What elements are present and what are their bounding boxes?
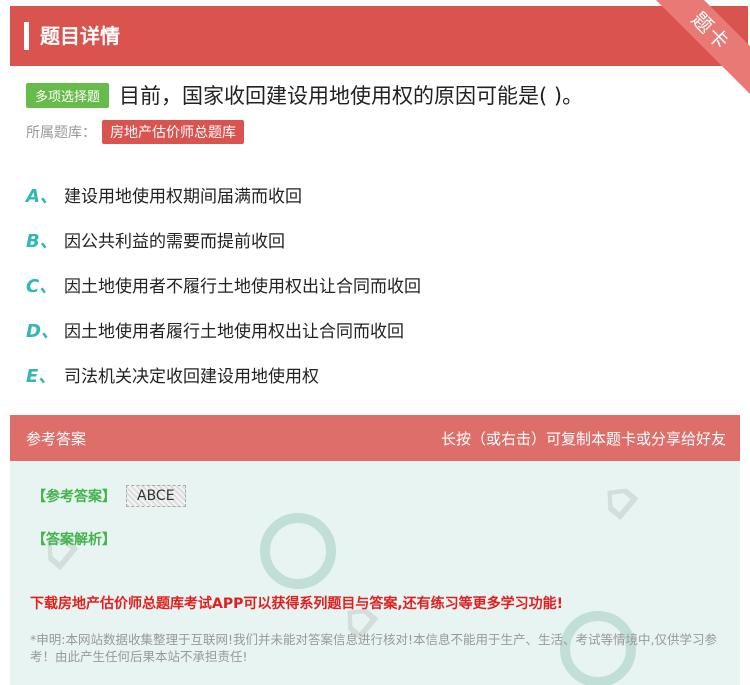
- option-a[interactable]: A、 建设用地使用权期间届满而收回: [26, 172, 421, 217]
- question-type-badge: 多项选择题: [26, 82, 110, 108]
- corner-ribbon: 题卡: [640, 0, 750, 100]
- option-b[interactable]: B、 因公共利益的需要而提前收回: [26, 217, 421, 262]
- reference-answer-value: ABCE: [126, 485, 186, 507]
- bank-row: 所属题库： 房地产估价师总题库: [26, 120, 244, 144]
- option-letter: A、: [26, 185, 58, 207]
- question-row: 多项选择题 目前，国家收回建设用地使用权的原因可能是( )。: [26, 80, 583, 110]
- option-c[interactable]: C、 因土地使用者不履行土地使用权出让合同而收回: [26, 262, 421, 307]
- option-text: 司法机关决定收回建设用地使用权: [64, 367, 319, 387]
- option-letter: C、: [26, 275, 58, 297]
- option-text: 建设用地使用权期间届满而收回: [64, 187, 302, 207]
- answer-header: 参考答案 长按（或右击）可复制本题卡或分享给好友: [10, 415, 740, 461]
- option-text: 因土地使用者不履行土地使用权出让合同而收回: [64, 277, 421, 297]
- reference-answer-row: 【参考答案】 ABCE: [32, 485, 186, 507]
- option-d[interactable]: D、 因土地使用者履行土地使用权出让合同而收回: [26, 307, 421, 352]
- ribbon-label: 题卡: [645, 0, 750, 97]
- bank-tag[interactable]: 房地产估价师总题库: [102, 120, 244, 144]
- disclaimer-text: *申明:本网站数据收集整理于互联网!我们并未能对答案信息进行核对!本信息不能用于…: [30, 632, 717, 664]
- option-text: 因土地使用者履行土地使用权出让合同而收回: [64, 322, 404, 342]
- option-e[interactable]: E、 司法机关决定收回建设用地使用权: [26, 352, 421, 397]
- answer-section-title: 参考答案: [26, 430, 87, 448]
- header-accent-bar: [24, 22, 29, 50]
- page-title: 题目详情: [40, 24, 120, 48]
- answer-body: ⌂ ⌂ ⌂ 【参考答案】 ABCE 【答案解析】 下载房地产估价师总题库考试AP…: [10, 461, 740, 685]
- download-app-link[interactable]: 下载房地产估价师总题库考试APP可以获得系列题目与答案,还有练习等更多学习功能!: [30, 593, 563, 613]
- answer-analysis-label: 【答案解析】: [32, 532, 116, 548]
- watermark-logo-icon: [260, 513, 336, 589]
- bank-label: 所属题库：: [26, 125, 96, 141]
- option-letter: B、: [26, 230, 58, 252]
- question-text: 目前，国家收回建设用地使用权的原因可能是( )。: [119, 84, 584, 108]
- watermark-mark: ⌂: [584, 467, 650, 531]
- share-hint: 长按（或右击）可复制本题卡或分享给好友: [440, 430, 726, 448]
- options-list: A、 建设用地使用权期间届满而收回 B、 因公共利益的需要而提前收回 C、 因土…: [26, 172, 421, 397]
- option-text: 因公共利益的需要而提前收回: [64, 232, 285, 252]
- watermark-mark: ⌂: [24, 517, 90, 581]
- option-letter: E、: [26, 365, 57, 387]
- option-letter: D、: [26, 320, 59, 342]
- reference-answer-label: 【参考答案】: [32, 489, 116, 505]
- page-header: 题目详情: [10, 6, 748, 66]
